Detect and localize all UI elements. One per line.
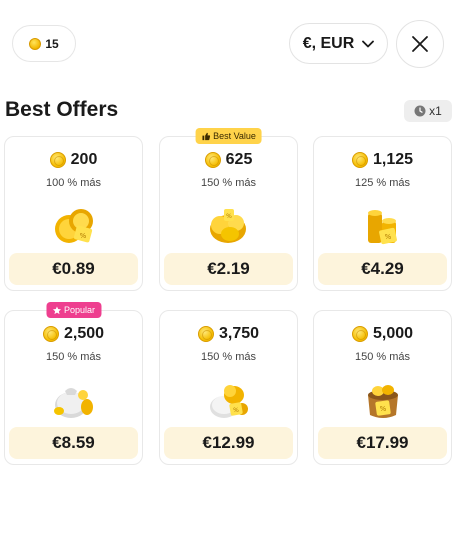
coin-icon bbox=[42, 326, 59, 342]
svg-text:%: % bbox=[380, 405, 387, 413]
offer-card[interactable]: 5,000 150 % más % €17.99 bbox=[313, 310, 452, 465]
offer-bonus: 100 % más bbox=[45, 177, 102, 189]
currency-selector[interactable]: €, EUR bbox=[289, 23, 388, 64]
coin-balance[interactable]: 15 bbox=[12, 25, 76, 62]
offer-card[interactable]: 200 100 % más % €0.89 bbox=[4, 136, 143, 291]
offer-price: €2.19 bbox=[164, 253, 293, 285]
offer-card[interactable]: 1,125 125 % más % €4.29 bbox=[313, 136, 452, 291]
popular-badge: Popular bbox=[45, 302, 102, 318]
coin-icon bbox=[204, 152, 221, 168]
offer-price: €12.99 bbox=[164, 427, 293, 459]
offer-amount: 625 bbox=[225, 151, 253, 168]
close-icon bbox=[412, 36, 428, 52]
offer-bonus: 150 % más bbox=[200, 177, 257, 189]
chevron-down-icon bbox=[362, 40, 375, 47]
coin-pile-image: % bbox=[210, 209, 246, 243]
offer-timer-badge: x1 bbox=[404, 100, 452, 122]
coin-icon bbox=[49, 152, 66, 168]
coin-tower-image: % bbox=[368, 210, 397, 245]
offer-card[interactable]: Popular 2,500 150 % más €8.59 bbox=[4, 302, 143, 465]
offer-card[interactable]: Best Value 625 150 % más % €2.19 bbox=[159, 128, 298, 291]
svg-text:%: % bbox=[80, 232, 87, 240]
offer-price: €8.59 bbox=[9, 427, 138, 459]
coin-stack-image: % bbox=[55, 209, 93, 243]
svg-text:%: % bbox=[233, 407, 239, 414]
thumbs-up-icon bbox=[201, 132, 210, 140]
timer-label: x1 bbox=[429, 104, 442, 118]
offer-card[interactable]: 3,750 150 % más % €12.99 bbox=[159, 310, 298, 465]
close-button[interactable] bbox=[396, 20, 444, 68]
offer-amount: 2,500 bbox=[63, 325, 105, 342]
offer-amount: 3,750 bbox=[218, 325, 260, 342]
svg-text:%: % bbox=[385, 233, 392, 241]
offer-price: €0.89 bbox=[9, 253, 138, 285]
coin-icon bbox=[29, 37, 42, 50]
offer-bonus: 125 % más bbox=[354, 177, 411, 189]
coin-icon bbox=[197, 326, 214, 342]
offer-bonus: 150 % más bbox=[45, 351, 102, 363]
best-value-badge: Best Value bbox=[195, 128, 262, 144]
svg-text:%: % bbox=[226, 213, 232, 220]
offer-amount: 1,125 bbox=[372, 151, 414, 168]
coin-sack-image: % bbox=[210, 385, 248, 418]
offer-bonus: 150 % más bbox=[200, 351, 257, 363]
offer-amount: 5,000 bbox=[372, 325, 414, 342]
coin-icon bbox=[351, 326, 368, 342]
star-icon bbox=[52, 305, 61, 314]
offer-price: €4.29 bbox=[318, 253, 447, 285]
badge-label: Best Value bbox=[213, 131, 256, 141]
currency-label: €, EUR bbox=[302, 34, 355, 52]
clock-icon bbox=[414, 105, 426, 117]
coin-icon bbox=[351, 152, 368, 168]
offer-bonus: 150 % más bbox=[354, 351, 411, 363]
badge-label: Popular bbox=[63, 305, 96, 315]
coin-balance-value: 15 bbox=[45, 36, 59, 51]
section-title: Best Offers bbox=[5, 98, 119, 121]
treasure-pot-image: % bbox=[368, 385, 398, 418]
offer-price: €17.99 bbox=[318, 427, 447, 459]
coin-sack-image bbox=[54, 388, 93, 418]
offer-amount: 200 bbox=[70, 151, 98, 168]
